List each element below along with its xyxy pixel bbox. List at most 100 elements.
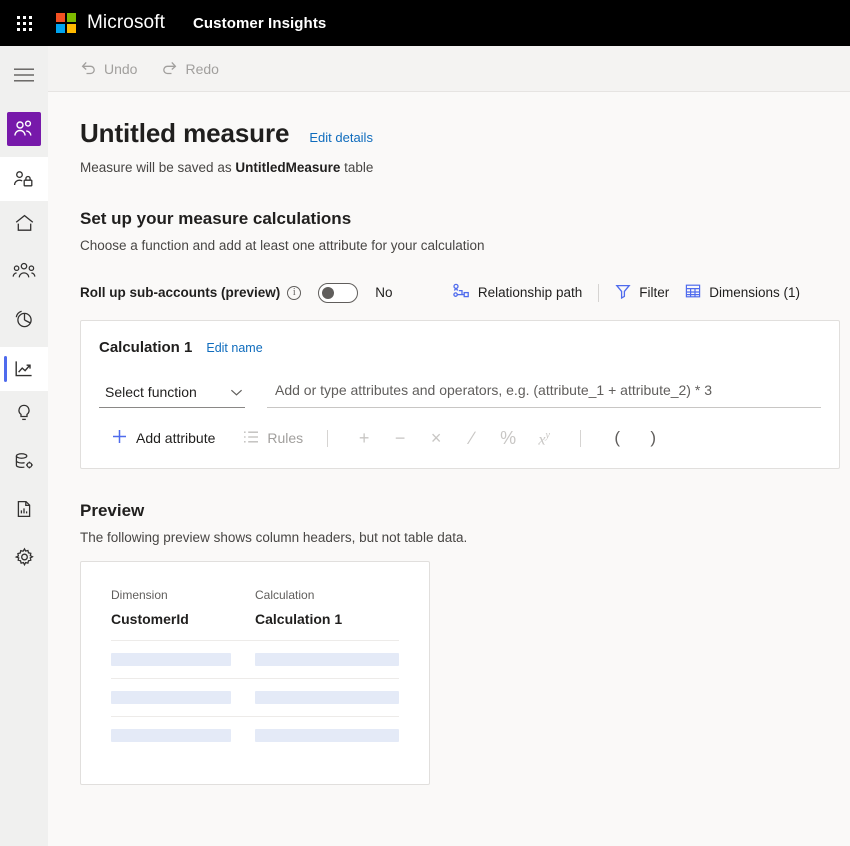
- redo-button[interactable]: Redo: [153, 53, 226, 85]
- section-subheading: Choose a function and add at least one a…: [80, 238, 485, 253]
- rollup-sub-accounts-group: Roll up sub-accounts (preview) i No: [80, 282, 393, 303]
- preview-card: Dimension Calculation CustomerId Calcula…: [80, 561, 430, 785]
- operator-percent[interactable]: %: [490, 427, 526, 449]
- relationship-path-button[interactable]: Relationship path: [444, 279, 590, 306]
- calculation-card: Calculation 1 Edit name Select function …: [80, 320, 840, 469]
- chevron-down-icon: [230, 384, 243, 400]
- document-chart-icon: [14, 499, 34, 519]
- skeleton-bar: [255, 729, 399, 742]
- calculation-fields: Select function Add or type attributes a…: [99, 378, 821, 408]
- section-heading: Set up your measure calculations: [80, 209, 352, 228]
- sidebar-item-audience-insights[interactable]: [0, 109, 48, 149]
- hamburger-menu-button[interactable]: [4, 55, 44, 95]
- skeleton-bar: [255, 691, 399, 704]
- microsoft-logo-icon: [56, 13, 76, 33]
- filter-icon: [615, 283, 631, 302]
- dimensions-button[interactable]: Dimensions (1): [677, 279, 808, 306]
- sidebar-item-reports[interactable]: [0, 489, 48, 529]
- list-rules-icon: [243, 430, 259, 447]
- command-bar: Undo Redo: [48, 46, 850, 92]
- action-divider: [598, 283, 600, 302]
- page-title: Untitled measure: [80, 118, 290, 148]
- preview-subheading: The following preview shows column heade…: [80, 530, 468, 545]
- operator-close-paren[interactable]: ): [635, 427, 671, 449]
- formula-input[interactable]: Add or type attributes and operators, e.…: [267, 378, 821, 408]
- skeleton-bar: [111, 729, 231, 742]
- subtitle-table-name: UntitledMeasure: [235, 160, 341, 175]
- edit-details-link[interactable]: Edit details: [309, 130, 373, 145]
- operator-divide[interactable]: ∕: [454, 427, 490, 449]
- top-header-bar: Microsoft Customer Insights: [0, 0, 850, 46]
- redo-icon: [161, 60, 178, 78]
- left-navigation-rail: [0, 46, 48, 846]
- pie-chart-icon: [13, 309, 35, 329]
- add-attribute-label: Add attribute: [136, 430, 216, 446]
- formula-placeholder: Add or type attributes and operators, e.…: [275, 382, 712, 398]
- undo-icon: [80, 60, 97, 78]
- subtitle-suffix: table: [340, 160, 374, 175]
- sidebar-item-home[interactable]: [0, 203, 48, 243]
- redo-label: Redo: [185, 60, 219, 77]
- app-launcher-icon: [16, 15, 32, 31]
- add-attribute-button[interactable]: Add attribute: [105, 424, 221, 452]
- sidebar-item-measures[interactable]: [0, 347, 48, 391]
- toggle-state-label: No: [375, 285, 393, 300]
- skeleton-bar: [255, 653, 399, 666]
- calculation-header: Calculation 1 Edit name: [99, 339, 821, 356]
- sidebar-item-customers[interactable]: [0, 251, 48, 291]
- operator-open-paren[interactable]: (: [599, 427, 635, 449]
- sidebar-item-customer-profile[interactable]: [0, 157, 48, 201]
- dimensions-label: Dimensions (1): [709, 285, 800, 300]
- power-exponent: y: [545, 429, 550, 441]
- placeholder-cell: [111, 678, 255, 717]
- hamburger-menu-icon: [14, 68, 34, 82]
- column-header-customerid: CustomerId: [111, 611, 189, 627]
- table-grid-icon: [685, 283, 701, 302]
- select-function-value: Select function: [105, 384, 197, 400]
- app-name-label: Customer Insights: [192, 14, 327, 32]
- rollup-toggle[interactable]: [318, 282, 359, 303]
- toggle-knob: [322, 286, 335, 299]
- brand-label: Microsoft: [87, 12, 165, 33]
- info-icon[interactable]: i: [287, 285, 302, 300]
- measure-actions: Relationship path Filter Dimensions (1): [444, 279, 808, 306]
- preview-column-labels: Dimension Calculation: [111, 588, 399, 611]
- placeholder-cell: [111, 640, 255, 679]
- select-function-dropdown[interactable]: Select function: [99, 380, 245, 408]
- column-label-calculation: Calculation: [255, 588, 315, 602]
- undo-button[interactable]: Undo: [72, 53, 145, 85]
- table-row: [111, 716, 399, 754]
- sidebar-item-settings[interactable]: [0, 537, 48, 577]
- skeleton-bar: [111, 691, 231, 704]
- relationship-path-label: Relationship path: [477, 285, 583, 300]
- skeleton-bar: [111, 653, 231, 666]
- rules-button[interactable]: Rules: [237, 426, 309, 451]
- operator-toolbar: Add attribute Rules + − × ∕ % xy (): [99, 424, 821, 452]
- page-title-row: Untitled measure Edit details: [80, 118, 818, 149]
- lightbulb-icon: [14, 403, 34, 423]
- person-lock-icon: [13, 169, 35, 189]
- table-row: [111, 640, 399, 679]
- operator-divider-left: [327, 429, 329, 447]
- operator-multiply[interactable]: ×: [418, 427, 454, 449]
- operator-minus[interactable]: −: [382, 427, 418, 449]
- sidebar-item-intelligence[interactable]: [0, 393, 48, 433]
- line-chart-icon: [13, 359, 35, 379]
- sidebar-item-segments[interactable]: [0, 299, 48, 339]
- rules-label: Rules: [267, 430, 304, 446]
- plus-icon: [111, 428, 128, 448]
- sidebar-item-data[interactable]: [0, 441, 48, 481]
- filter-button[interactable]: Filter: [607, 279, 677, 306]
- edit-name-link[interactable]: Edit name: [206, 341, 262, 355]
- save-location-subtitle: Measure will be saved as UntitledMeasure…: [80, 160, 818, 175]
- selected-indicator: [4, 356, 7, 382]
- relationship-path-icon: [452, 283, 470, 302]
- operator-plus[interactable]: +: [346, 427, 382, 449]
- table-row: [111, 678, 399, 717]
- people-icon: [13, 119, 35, 139]
- undo-label: Undo: [104, 60, 138, 77]
- app-launcher-button[interactable]: [0, 0, 48, 46]
- column-label-dimension: Dimension: [111, 588, 168, 602]
- database-gear-icon: [13, 451, 35, 471]
- operator-power[interactable]: xy: [526, 425, 562, 451]
